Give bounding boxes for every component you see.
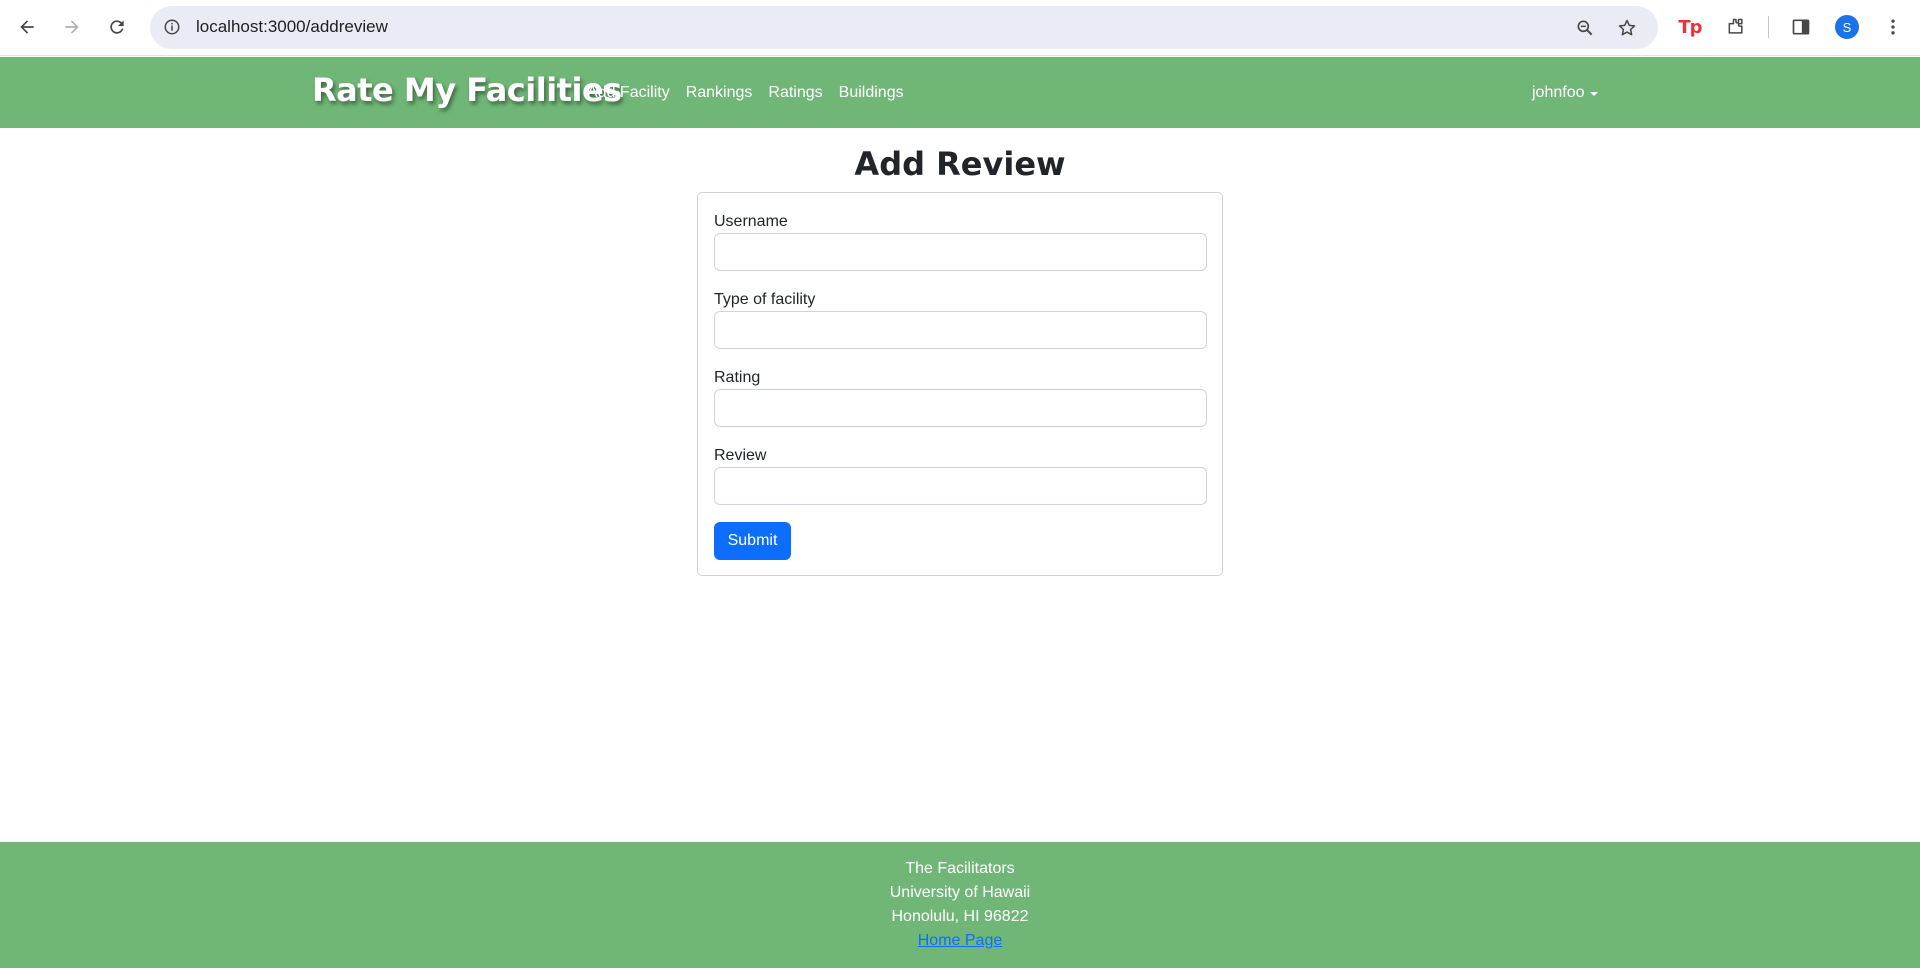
footer: The Facilitators University of Hawaii Ho… <box>0 842 1920 968</box>
page-title: Add Review <box>854 145 1066 183</box>
profile-avatar[interactable]: S <box>1835 15 1859 39</box>
review-label: Review <box>714 447 767 464</box>
bookmark-star-icon[interactable] <box>1614 15 1640 41</box>
forward-button[interactable] <box>56 11 88 43</box>
url-text: localhost:3000/addreview <box>196 17 388 36</box>
rating-label: Rating <box>714 369 761 386</box>
footer-link-row: Home Page <box>0 932 1920 950</box>
home-page-link[interactable]: Home Page <box>918 932 1003 949</box>
browser-toolbar: localhost:3000/addreview Tp S <box>0 0 1920 56</box>
footer-address: Honolulu, HI 96822 <box>891 908 1029 925</box>
reload-button[interactable] <box>101 11 133 43</box>
nav-link-rankings[interactable]: Rankings <box>686 84 753 102</box>
footer-university: University of Hawaii <box>889 884 1031 901</box>
back-arrow-icon <box>20 20 34 34</box>
nav-links: Add Facility Rankings Ratings Buildings <box>587 84 904 102</box>
user-name: johnfoo <box>1532 84 1585 101</box>
tp-extension-icon[interactable]: Tp <box>1675 12 1705 42</box>
nav-link-buildings[interactable]: Buildings <box>839 84 904 102</box>
address-bar[interactable]: localhost:3000/addreview <box>150 6 1658 49</box>
site-info-icon[interactable] <box>160 15 184 39</box>
back-button[interactable] <box>11 11 43 43</box>
facility-type-input[interactable] <box>714 311 1207 349</box>
facility-type-label: Type of facility <box>714 291 816 308</box>
extensions-puzzle-icon[interactable] <box>1721 12 1751 42</box>
side-panel-icon[interactable] <box>1786 12 1816 42</box>
nav-link-ratings[interactable]: Ratings <box>768 84 822 102</box>
username-input[interactable] <box>714 233 1207 271</box>
submit-button[interactable]: Submit <box>714 522 791 560</box>
user-dropdown[interactable]: johnfoo <box>1532 84 1598 102</box>
toolbar-divider <box>1768 16 1769 38</box>
review-input[interactable] <box>714 467 1207 505</box>
nav-link-add-facility[interactable]: Add Facility <box>587 84 670 102</box>
forward-arrow-icon <box>65 20 79 34</box>
app-navbar: Rate My Facilities Add Facility Rankings… <box>0 57 1920 128</box>
footer-team: The Facilitators <box>905 860 1015 877</box>
zoom-icon[interactable] <box>1572 15 1598 41</box>
reload-icon <box>110 20 124 34</box>
caret-down-icon <box>1589 92 1598 96</box>
more-menu-icon[interactable] <box>1878 12 1908 42</box>
brand-link[interactable]: Rate My Facilities <box>312 71 622 109</box>
review-form: Username Type of facility Rating Review … <box>697 192 1223 576</box>
username-label: Username <box>714 213 788 230</box>
rating-input[interactable] <box>714 389 1207 427</box>
